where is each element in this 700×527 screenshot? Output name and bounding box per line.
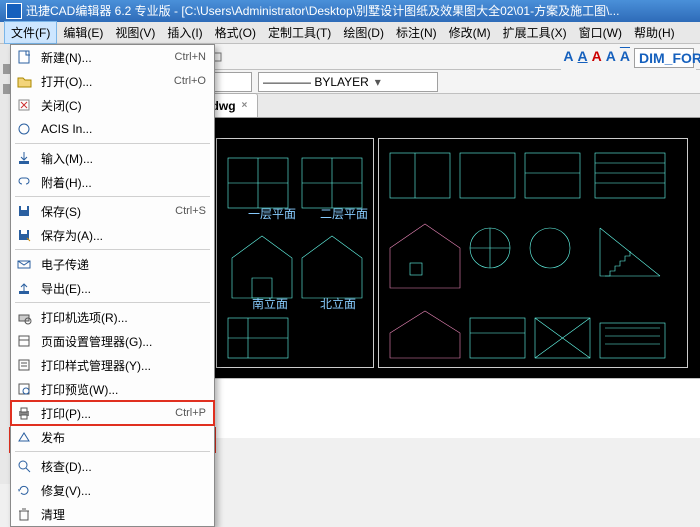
title-bar: 迅捷CAD编辑器 6.2 专业版 - [C:\Users\Administrat… [0,0,700,22]
menu-separator [15,451,210,452]
file-menu-item-popt[interactable]: 打印机选项(R)... [11,305,214,329]
menu-item-shortcut: Ctrl+N [175,51,206,63]
menu-item-label: 清理 [41,506,206,523]
menu-item-shortcut: Ctrl+O [174,75,206,87]
close-icon[interactable]: × [242,100,248,111]
file-menu-item-attach[interactable]: 附着(H)... [11,170,214,194]
file-menu-item-new[interactable]: 新建(N)... Ctrl+N [11,45,214,69]
file-menu-item-open[interactable]: 打开(O)... Ctrl+O [11,69,214,93]
svg-text:南立面: 南立面 [252,296,288,311]
menu-item-8[interactable]: 修改(M) [443,22,497,43]
saveas-icon [15,226,33,244]
linetype-combo[interactable]: ———— BYLAYER ▾ [258,72,438,92]
file-menu-item-acis[interactable]: ACIS In... [11,117,214,141]
app-icon [6,3,22,19]
menu-item-label: 输入(M)... [41,150,206,167]
menu-item-6[interactable]: 绘图(D) [337,22,390,43]
file-menu-item-purge[interactable]: 清理 [11,502,214,526]
pstyle-icon [15,356,33,374]
import-icon [15,149,33,167]
svg-text:北立面: 北立面 [320,296,356,311]
menu-item-9[interactable]: 扩展工具(X) [497,22,573,43]
menu-item-5[interactable]: 定制工具(T) [262,22,337,43]
file-menu-item-pstyle[interactable]: 打印样式管理器(Y)... [11,353,214,377]
menu-item-11[interactable]: 帮助(H) [628,22,681,43]
text-style-a5[interactable]: A [620,48,630,68]
file-menu-item-publish[interactable]: 发布 [11,425,214,449]
close-icon [15,96,33,114]
menu-separator [15,196,210,197]
file-menu-item-audit[interactable]: 核查(D)... [11,454,214,478]
attach-icon [15,173,33,191]
menu-item-label: ACIS In... [41,122,206,136]
menu-item-label: 附着(H)... [41,174,206,191]
menu-item-2[interactable]: 视图(V) [109,22,161,43]
menu-item-label: 页面设置管理器(G)... [41,333,206,350]
menu-item-10[interactable]: 窗口(W) [573,22,628,43]
menu-item-label: 打印样式管理器(Y)... [41,357,206,374]
menu-item-label: 关闭(C) [41,97,206,114]
recover-icon [15,481,33,499]
menu-bar: 文件(F)编辑(E)视图(V)插入(I)格式(O)定制工具(T)绘图(D)标注(… [0,22,700,44]
menu-item-1[interactable]: 编辑(E) [57,22,109,43]
file-menu-item-export[interactable]: 导出(E)... [11,276,214,300]
file-menu-item-print[interactable]: 打印(P)... Ctrl+P [11,401,214,425]
svg-text:一层平面: 一层平面 [248,207,296,221]
popt-icon [15,308,33,326]
file-menu-item-save[interactable]: 保存(S) Ctrl+S [11,199,214,223]
file-menu-item-recover[interactable]: 修复(V)... [11,478,214,502]
menu-separator [15,249,210,250]
open-icon [15,72,33,90]
dim-style-combo[interactable]: DIM_FOR [634,48,694,68]
psetup-icon [15,332,33,350]
save-icon [15,202,33,220]
file-menu-item-saveas[interactable]: 保存为(A)... [11,223,214,247]
menu-item-label: 打开(O)... [41,73,166,90]
ppreview-icon [15,380,33,398]
text-style-a2[interactable]: A [578,48,588,68]
menu-item-label: 打印机选项(R)... [41,309,206,326]
menu-item-label: 保存为(A)... [41,227,206,244]
new-icon [15,48,33,66]
menu-item-3[interactable]: 插入(I) [161,22,208,43]
file-menu-item-psetup[interactable]: 页面设置管理器(G)... [11,329,214,353]
menu-item-label: 打印预览(W)... [41,381,206,398]
file-menu-dropdown: 新建(N)... Ctrl+N 打开(O)... Ctrl+O 关闭(C) ACIS In… [10,44,215,527]
menu-item-label: 修复(V)... [41,482,206,499]
file-menu-item-ppreview[interactable]: 打印预览(W)... [11,377,214,401]
audit-icon [15,457,33,475]
menu-item-label: 保存(S) [41,203,167,220]
window-title: 迅捷CAD编辑器 6.2 专业版 - [C:\Users\Administrat… [26,0,619,22]
menu-separator [15,143,210,144]
svg-text:二层平面: 二层平面 [320,207,368,221]
dim-style-value: DIM_FOR [639,50,700,66]
menu-item-label: 打印(P)... [41,405,167,422]
linetype-value: ———— BYLAYER [263,75,369,89]
export-icon [15,279,33,297]
menu-item-0[interactable]: 文件(F) [4,21,57,44]
text-style-a3[interactable]: A [592,48,602,68]
file-menu-item-close[interactable]: 关闭(C) [11,93,214,117]
publish-icon [15,428,33,446]
purge-icon [15,505,33,523]
menu-item-label: 发布 [41,429,206,446]
menu-separator [15,302,210,303]
file-menu-item-import[interactable]: 输入(M)... [11,146,214,170]
chevron-down-icon: ▾ [373,75,383,89]
menu-item-4[interactable]: 格式(O) [209,22,262,43]
print-icon [15,404,33,422]
menu-item-shortcut: Ctrl+P [175,407,206,419]
acis-icon [15,120,33,138]
menu-item-7[interactable]: 标注(N) [390,22,443,43]
text-style-toolbar: A A A A A DIM_FOR [561,46,696,70]
menu-item-label: 新建(N)... [41,49,167,66]
menu-item-shortcut: Ctrl+S [175,205,206,217]
text-style-a1[interactable]: A [563,48,573,68]
menu-item-label: 导出(E)... [41,280,206,297]
menu-item-label: 电子传递 [41,256,206,273]
file-menu-item-etrans[interactable]: 电子传递 [11,252,214,276]
text-style-a4[interactable]: A [606,48,616,68]
menu-item-label: 核查(D)... [41,458,206,475]
etrans-icon [15,255,33,273]
